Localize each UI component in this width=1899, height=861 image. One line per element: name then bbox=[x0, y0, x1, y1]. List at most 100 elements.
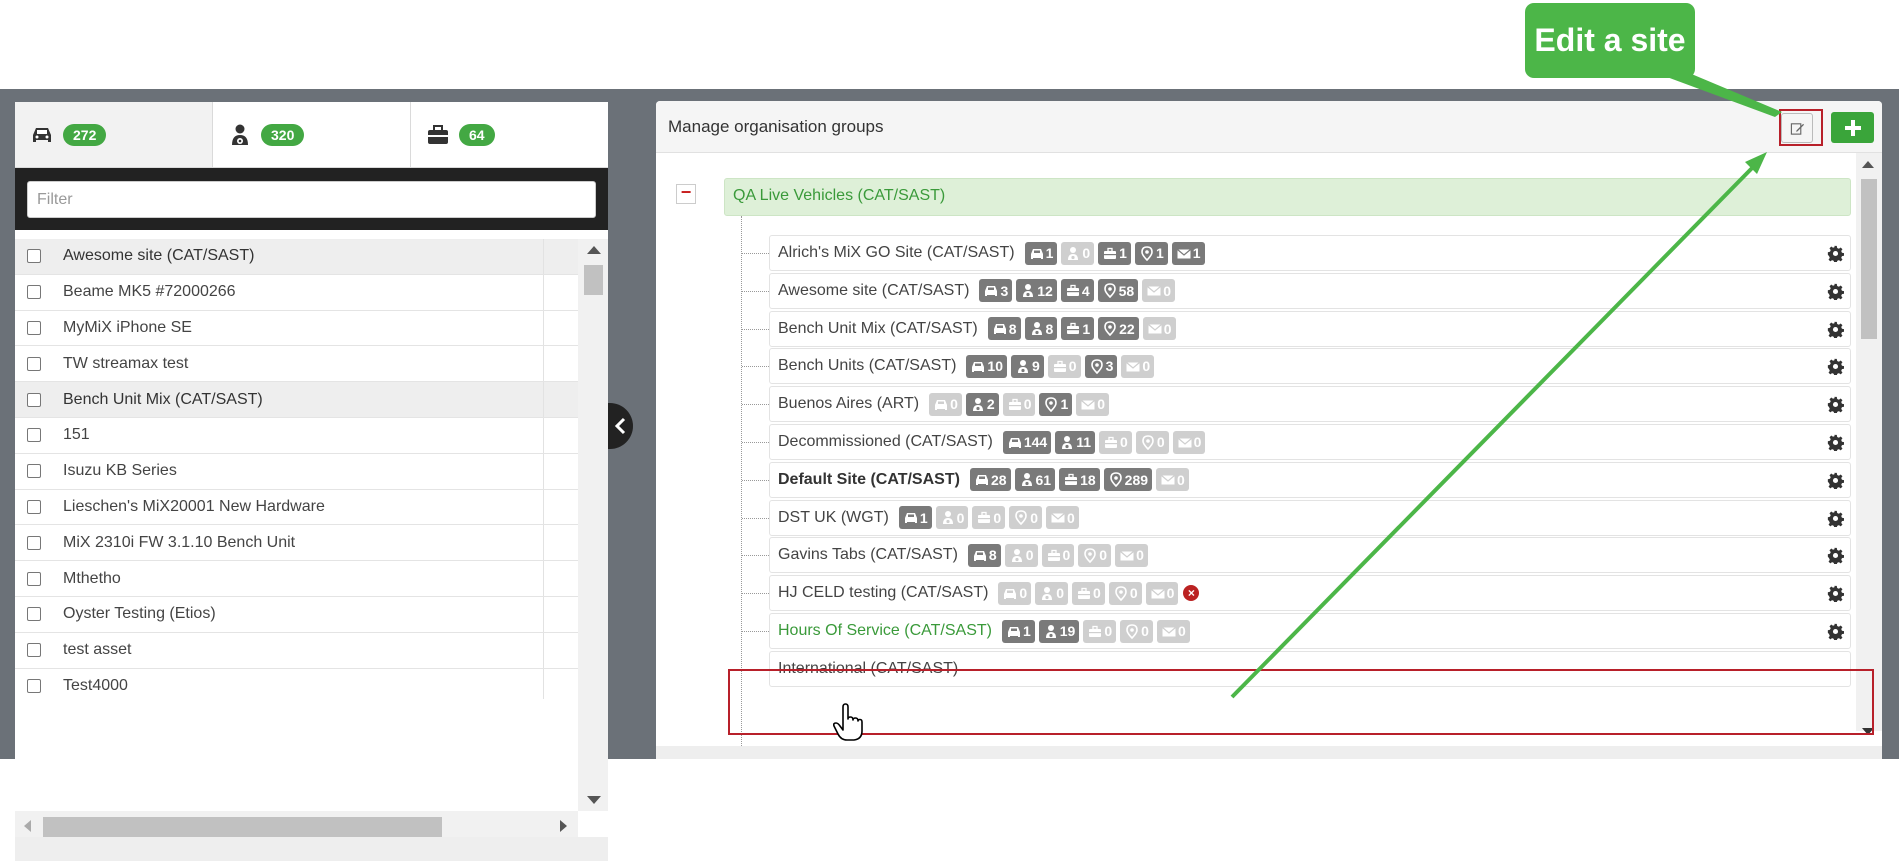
remove-icon[interactable]: × bbox=[1183, 585, 1200, 602]
row-checkbox[interactable] bbox=[27, 535, 41, 550]
gear-icon[interactable] bbox=[1827, 283, 1844, 300]
tab-drivers[interactable]: 320 bbox=[213, 102, 411, 167]
gear-icon[interactable] bbox=[1827, 472, 1844, 489]
row-checkbox[interactable] bbox=[27, 464, 41, 479]
list-group-row[interactable]: Bench Unit Mix (CAT/SAST) bbox=[15, 382, 578, 418]
scroll-right-icon[interactable] bbox=[560, 820, 567, 832]
vehicle-icon bbox=[975, 475, 988, 486]
badge-count: 0 bbox=[1067, 509, 1075, 526]
gear-icon[interactable] bbox=[1827, 434, 1844, 451]
location-pin-icon bbox=[1126, 623, 1138, 639]
gear-icon[interactable] bbox=[1827, 358, 1844, 376]
badge-count: 9 bbox=[1032, 358, 1040, 375]
row-checkbox[interactable] bbox=[27, 571, 41, 586]
badge-count: 4 bbox=[1081, 282, 1090, 299]
site-node[interactable]: Buenos Aires (ART) 0 2 0 1 0 bbox=[769, 386, 1851, 423]
site-node[interactable]: Bench Unit Mix (CAT/SAST) 8 8 1 22 0 bbox=[769, 310, 1851, 347]
location-pin-count-badge: 0 bbox=[1009, 506, 1042, 530]
scroll-down-icon[interactable] bbox=[587, 796, 601, 804]
site-node[interactable]: DST UK (WGT) 1 0 0 0 0 bbox=[769, 499, 1851, 536]
site-label: HJ CELD testing (CAT/SAST) bbox=[778, 584, 989, 602]
add-group-button[interactable] bbox=[1831, 112, 1874, 143]
gear-icon[interactable] bbox=[1827, 321, 1844, 338]
briefcase-icon bbox=[1089, 625, 1102, 637]
gear-icon[interactable] bbox=[1827, 585, 1844, 603]
row-checkbox[interactable] bbox=[27, 643, 41, 658]
row-checkbox[interactable] bbox=[27, 356, 41, 371]
badge-count: 2 bbox=[986, 396, 995, 413]
driver-count-badge: 11 bbox=[1055, 430, 1096, 454]
cell-divider bbox=[543, 382, 544, 417]
list-vertical-scrollbar[interactable] bbox=[578, 239, 608, 811]
cell-divider bbox=[543, 596, 544, 632]
list-item[interactable]: Beame MK5 #72000266 bbox=[15, 274, 578, 311]
vehicle-count-badge: 272 bbox=[63, 123, 107, 146]
row-checkbox[interactable] bbox=[27, 607, 41, 622]
list-group-row[interactable]: Awesome site (CAT/SAST) bbox=[15, 239, 578, 275]
tree-branch bbox=[742, 593, 769, 595]
list-item[interactable]: MiX 2310i FW 3.1.10 Bench Unit bbox=[15, 525, 578, 562]
edit-site-button[interactable] bbox=[1781, 113, 1813, 143]
envelope-icon bbox=[1120, 550, 1134, 561]
gear-icon[interactable] bbox=[1827, 547, 1844, 565]
collapse-root-button[interactable]: − bbox=[676, 183, 696, 204]
site-node[interactable]: Bench Units (CAT/SAST) 10 9 0 3 0 bbox=[769, 348, 1851, 385]
row-checkbox[interactable] bbox=[27, 320, 41, 335]
list-item-label: Lieschen's MiX20001 New Hardware bbox=[63, 497, 325, 515]
scroll-thumb[interactable] bbox=[584, 265, 603, 295]
tree-scroll-up-icon[interactable] bbox=[1862, 161, 1874, 168]
root-group[interactable]: QA Live Vehicles (CAT/SAST) bbox=[724, 178, 1851, 216]
driver-count-badge: 2 bbox=[965, 392, 999, 416]
list-item[interactable]: Isuzu KB Series bbox=[15, 453, 578, 490]
site-node[interactable]: Hours Of Service (CAT/SAST) 1 19 0 0 0 bbox=[769, 613, 1851, 649]
site-node[interactable]: Gavins Tabs (CAT/SAST) 8 0 0 0 0 bbox=[769, 537, 1851, 574]
gear-icon[interactable] bbox=[1827, 396, 1844, 414]
gear-icon[interactable] bbox=[1827, 245, 1844, 262]
filter-input[interactable] bbox=[27, 181, 596, 218]
site-node[interactable]: Decommissioned (CAT/SAST) 144 11 0 0 0 bbox=[769, 424, 1851, 460]
site-node[interactable]: Default Site (CAT/SAST) 28 61 18 289 0 bbox=[769, 461, 1851, 498]
list-item-label: Beame MK5 #72000266 bbox=[63, 283, 236, 301]
badge-count: 0 bbox=[1082, 245, 1091, 261]
list-item[interactable]: TW streamax test bbox=[15, 346, 578, 383]
gear-icon[interactable] bbox=[1827, 623, 1844, 640]
horizontal-scroll-thumb[interactable] bbox=[43, 817, 442, 837]
list-item[interactable]: 151 bbox=[15, 417, 578, 454]
location-pin-icon bbox=[1115, 585, 1127, 601]
row-checkbox[interactable] bbox=[27, 499, 41, 514]
briefcase-count-badge: 0 bbox=[1083, 619, 1117, 643]
tree-scroll-thumb[interactable] bbox=[1861, 179, 1877, 339]
list-item[interactable]: test asset bbox=[15, 632, 578, 669]
list-item-label: Bench Unit Mix (CAT/SAST) bbox=[63, 390, 263, 408]
list-item[interactable]: Mthetho bbox=[15, 561, 578, 597]
list-item[interactable]: MyMiX iPhone SE bbox=[15, 310, 578, 347]
gear-icon[interactable] bbox=[1827, 510, 1844, 527]
tab-vehicles[interactable]: 272 bbox=[15, 102, 213, 167]
row-checkbox[interactable] bbox=[27, 249, 41, 264]
row-checkbox[interactable] bbox=[27, 678, 41, 693]
briefcase-count-badge: 0 bbox=[1099, 430, 1132, 454]
row-checkbox[interactable] bbox=[27, 392, 41, 407]
list-item[interactable]: Oyster Testing (Etios) bbox=[15, 596, 578, 633]
driver-count-badge: 9 bbox=[1011, 354, 1044, 378]
location-pin-count-badge: 0 bbox=[1108, 581, 1142, 605]
vehicle-icon bbox=[1008, 437, 1021, 448]
badge-count: 0 bbox=[1093, 585, 1101, 602]
tab-assets[interactable]: 64 bbox=[411, 102, 608, 167]
vehicle-count-badge: 0 bbox=[929, 392, 962, 416]
site-node[interactable]: Alrich's MiX GO Site (CAT/SAST) 1 0 1 1 1 bbox=[769, 235, 1851, 271]
site-node[interactable]: Awesome site (CAT/SAST) 3 12 4 58 0 bbox=[769, 272, 1851, 309]
tree-vertical-scrollbar[interactable] bbox=[1856, 153, 1882, 735]
driver-count-badge: 12 bbox=[1016, 279, 1057, 303]
list-item[interactable]: Lieschen's MiX20001 New Hardware bbox=[15, 489, 578, 526]
badge-count: 1 bbox=[1045, 245, 1054, 261]
driver-icon bbox=[232, 124, 248, 145]
row-checkbox[interactable] bbox=[27, 428, 41, 443]
site-node[interactable]: HJ CELD testing (CAT/SAST) 0 0 0 0 0 × bbox=[769, 575, 1851, 612]
list-item[interactable]: Test4000 bbox=[15, 668, 578, 699]
list-horizontal-scrollbar[interactable] bbox=[15, 811, 578, 837]
row-checkbox[interactable] bbox=[27, 285, 41, 300]
scroll-up-icon[interactable] bbox=[587, 246, 601, 254]
location-pin-icon bbox=[1045, 396, 1058, 412]
scroll-left-icon[interactable] bbox=[24, 820, 31, 832]
